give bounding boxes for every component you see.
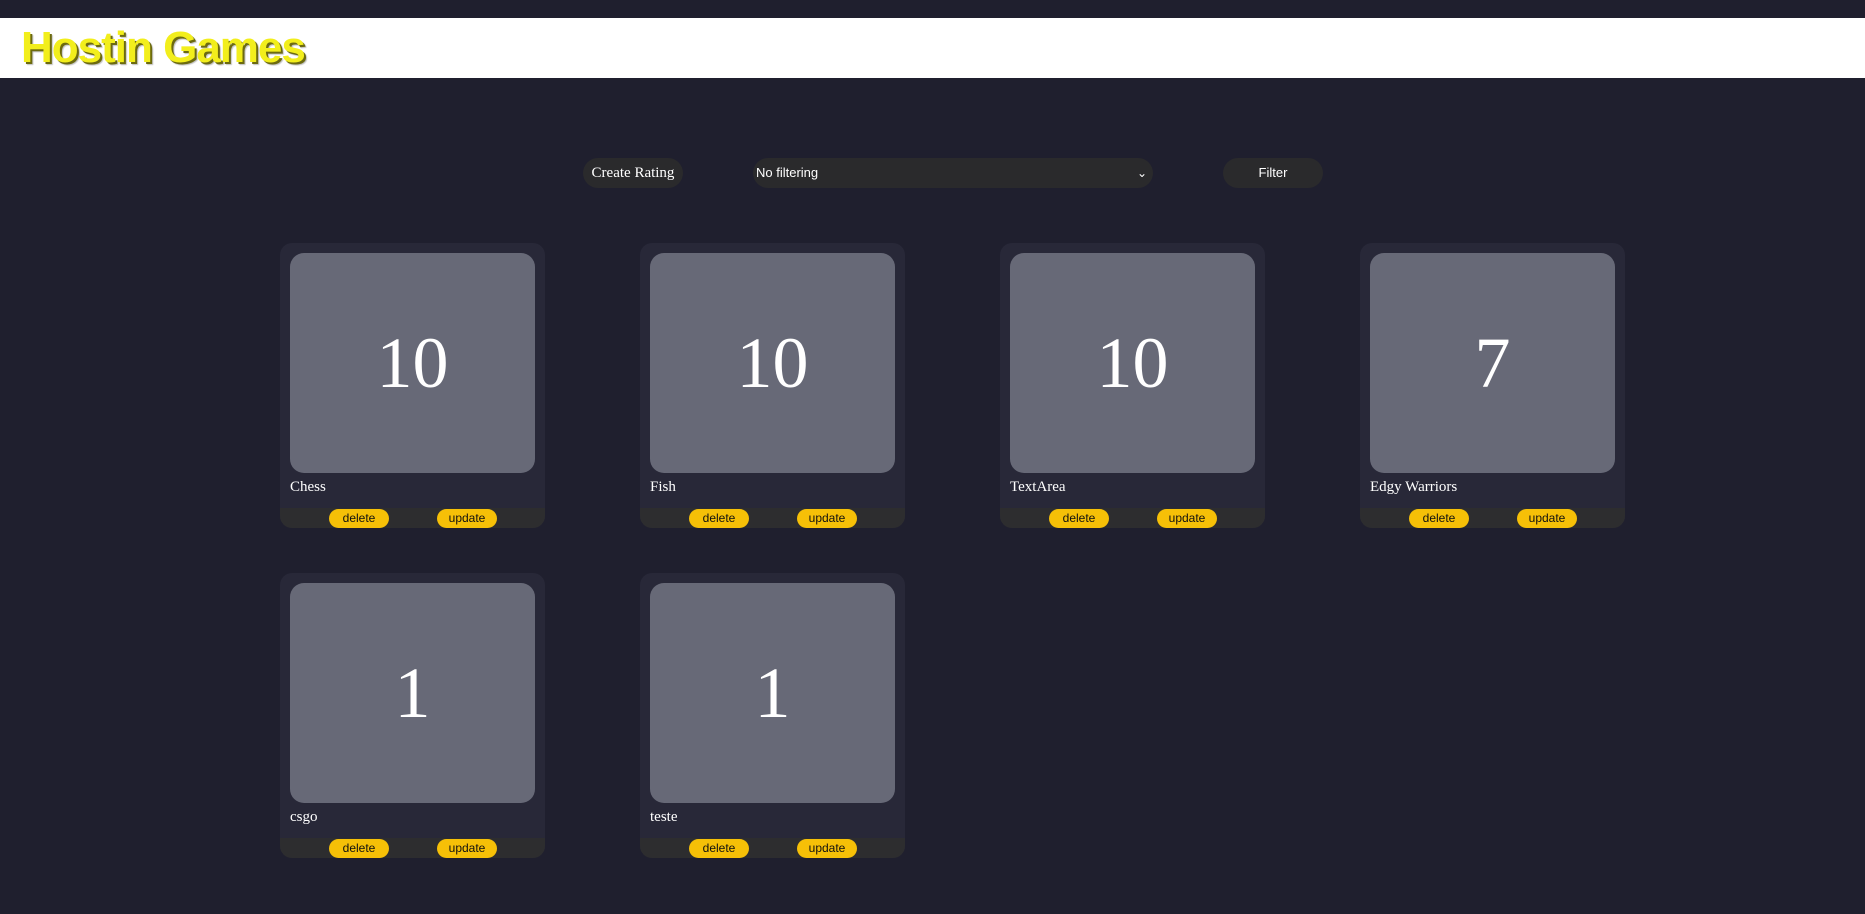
top-header: Hostin Games (0, 18, 1865, 78)
update-button[interactable]: update (1157, 509, 1217, 528)
filter-select[interactable]: No filtering ⌄ (753, 158, 1153, 188)
rating-score: 1 (650, 583, 895, 803)
rating-card: 10 Chess delete update (280, 243, 545, 528)
rating-card: 10 TextArea delete update (1000, 243, 1265, 528)
delete-button[interactable]: delete (329, 509, 389, 528)
delete-button[interactable]: delete (1049, 509, 1109, 528)
update-button[interactable]: update (1517, 509, 1577, 528)
update-button[interactable]: update (797, 839, 857, 858)
game-name: TextArea (1010, 479, 1066, 495)
card-actions: delete update (1000, 508, 1265, 528)
delete-button[interactable]: delete (329, 839, 389, 858)
rating-card: 7 Edgy Warriors delete update (1360, 243, 1625, 528)
game-name: Chess (290, 479, 326, 495)
card-actions: delete update (1360, 508, 1625, 528)
card-actions: delete update (640, 838, 905, 858)
filter-button[interactable]: Filter (1223, 158, 1323, 188)
rating-card: 1 teste delete update (640, 573, 905, 858)
update-button[interactable]: update (797, 509, 857, 528)
delete-button[interactable]: delete (689, 509, 749, 528)
rating-score: 7 (1370, 253, 1615, 473)
rating-score: 10 (290, 253, 535, 473)
rating-score: 1 (290, 583, 535, 803)
game-name: csgo (290, 809, 318, 825)
update-button[interactable]: update (437, 839, 497, 858)
card-actions: delete update (640, 508, 905, 528)
create-rating-button[interactable]: Create Rating (583, 158, 683, 188)
chevron-down-icon: ⌄ (1136, 166, 1147, 180)
toolbar: Create Rating No filtering ⌄ Filter (0, 158, 1865, 188)
filter-select-value: No filtering (756, 165, 819, 180)
game-name: Fish (650, 479, 676, 495)
rating-card: 10 Fish delete update (640, 243, 905, 528)
brand-logo[interactable]: Hostin Games (21, 24, 306, 72)
rating-score: 10 (1010, 253, 1255, 473)
rating-card: 1 csgo delete update (280, 573, 545, 858)
card-actions: delete update (280, 508, 545, 528)
update-button[interactable]: update (437, 509, 497, 528)
card-actions: delete update (280, 838, 545, 858)
delete-button[interactable]: delete (1409, 509, 1469, 528)
rating-score: 10 (650, 253, 895, 473)
game-name: Edgy Warriors (1370, 479, 1458, 495)
delete-button[interactable]: delete (689, 839, 749, 858)
game-name: teste (650, 809, 678, 825)
